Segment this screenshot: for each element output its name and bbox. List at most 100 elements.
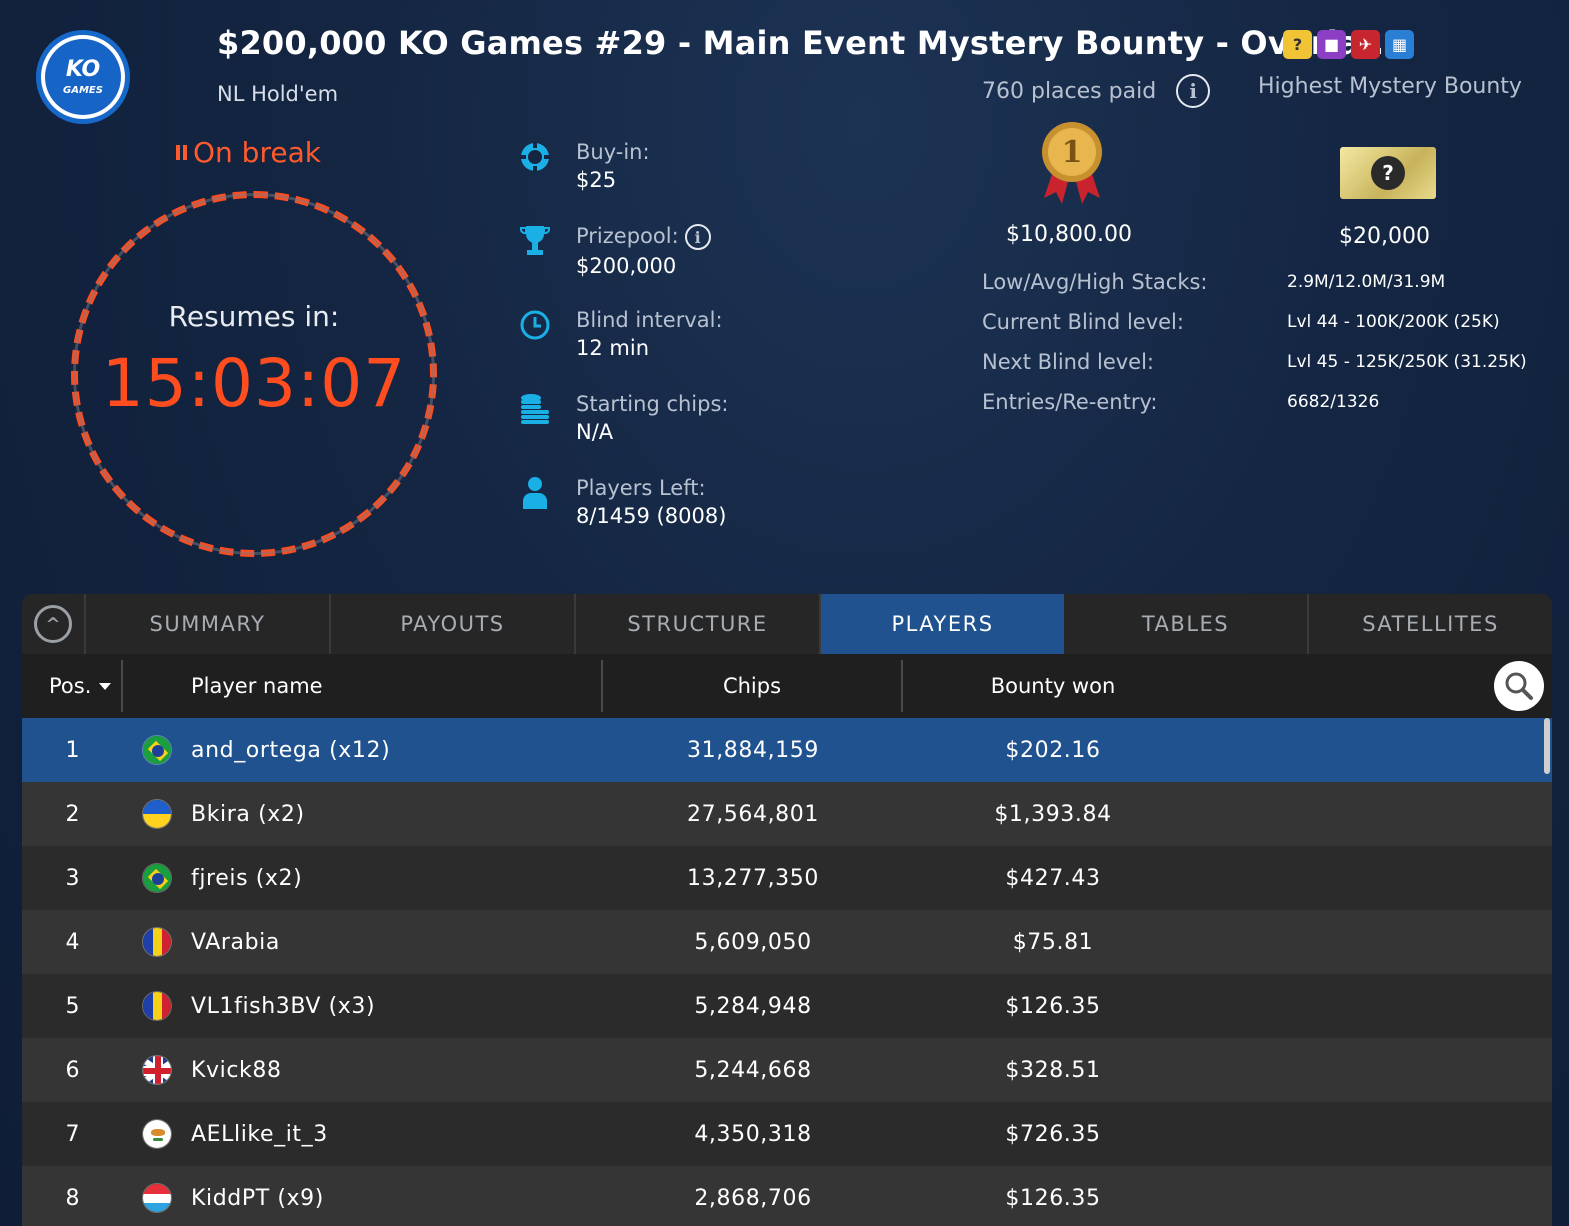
row-position: 7 <box>65 1121 80 1147</box>
table-row[interactable]: 1 and_ortega (x12) 31,884,159 $202.16 <box>22 718 1552 782</box>
game-type: NL Hold'em <box>217 82 339 106</box>
flag-cell <box>123 1055 191 1085</box>
prizepool-info-icon[interactable]: i <box>684 224 711 250</box>
table-row[interactable]: 3 fjreis (x2) 13,277,350 $427.43 <box>22 846 1552 910</box>
name-column-header[interactable]: Player name <box>123 660 603 712</box>
table-row[interactable]: 7 AELlike_it_3 4,350,318 $726.35 <box>22 1102 1552 1166</box>
scrollbar[interactable] <box>1544 718 1550 774</box>
tab-structure[interactable]: STRUCTURE <box>576 594 821 654</box>
cyprus-flag-icon <box>142 1119 172 1149</box>
player-chips: 5,244,668 <box>694 1057 812 1083</box>
places-paid: 760 places paid i <box>982 74 1211 108</box>
chip-stack-icon <box>518 392 552 426</box>
mystery-bounty-card-icon: ? <box>1340 147 1436 199</box>
flag-cell <box>123 799 191 829</box>
tab-players[interactable]: PLAYERS <box>821 594 1064 654</box>
player-bounty: $427.43 <box>1005 865 1101 891</box>
luxembourg-flag-icon <box>142 1183 172 1213</box>
player-chips: 27,564,801 <box>687 801 819 827</box>
blind-interval-label: Blind interval: <box>576 308 723 332</box>
players-left-label: Players Left: <box>576 476 706 500</box>
trophy-icon <box>518 224 552 258</box>
row-position: 1 <box>65 737 80 763</box>
player-name: VL1fish3BV (x3) <box>191 993 376 1019</box>
next-blind-label: Next Blind level: <box>982 350 1154 374</box>
player-name: Bkira (x2) <box>191 801 305 827</box>
flag-cell <box>123 735 191 765</box>
player-bounty: $726.35 <box>1005 1121 1101 1147</box>
table-row[interactable]: 8 KiddPT (x9) 2,868,706 $126.35 <box>22 1166 1552 1226</box>
places-info-icon[interactable]: i <box>1176 74 1211 108</box>
tab-satellites[interactable]: SATELLITES <box>1309 594 1552 654</box>
romania-flag-icon <box>142 927 172 957</box>
stacks-label: Low/Avg/High Stacks: <box>982 270 1208 294</box>
chips-column-header[interactable]: Chips <box>603 660 903 712</box>
row-position: 4 <box>65 929 80 955</box>
table-row[interactable]: 4 VArabia 5,609,050 $75.81 <box>22 910 1552 974</box>
player-name: AELlike_it_3 <box>191 1121 328 1147</box>
player-bounty: $126.35 <box>1005 993 1101 1019</box>
table-row[interactable]: 2 Bkira (x2) 27,564,801 $1,393.84 <box>22 782 1552 846</box>
tab-tables[interactable]: TABLES <box>1064 594 1309 654</box>
entries-label: Entries/Re-entry: <box>982 390 1158 414</box>
break-status: On break <box>176 136 321 169</box>
player-name: VArabia <box>191 929 280 955</box>
first-prize-amount: $10,800.00 <box>1006 222 1132 247</box>
tab-payouts[interactable]: PAYOUTS <box>331 594 576 654</box>
video-icon[interactable]: ■ <box>1317 30 1346 59</box>
flight-icon[interactable]: ✈ <box>1351 30 1380 59</box>
tournament-title: $200,000 KO Games #29 - Main Event Myste… <box>217 24 1397 62</box>
logo-text: KO <box>65 56 101 82</box>
buyin-value: $25 <box>576 168 617 192</box>
player-bounty: $1,393.84 <box>994 801 1112 827</box>
player-chips: 31,884,159 <box>687 737 819 763</box>
table-row[interactable]: 6 Kvick88 5,244,668 $328.51 <box>22 1038 1552 1102</box>
player-chips: 4,350,318 <box>694 1121 812 1147</box>
bounty-column-header[interactable]: Bounty won <box>903 660 1203 712</box>
row-position: 8 <box>65 1185 80 1211</box>
resumes-label: Resumes in: <box>168 300 340 333</box>
player-bounty: $328.51 <box>1005 1057 1101 1083</box>
table-row[interactable]: 5 VL1fish3BV (x3) 5,284,948 $126.35 <box>22 974 1552 1038</box>
starting-chips-value: N/A <box>576 420 614 444</box>
stacks-value: 2.9M/12.0M/31.9M <box>1287 272 1446 292</box>
collapse-button[interactable]: ^ <box>22 594 86 654</box>
players-left-value: 8/1459 (8008) <box>576 504 727 528</box>
tab-bar: ^ SUMMARY PAYOUTS STRUCTURE PLAYERS TABL… <box>22 594 1552 654</box>
player-icon <box>518 476 552 510</box>
break-label: On break <box>193 136 321 169</box>
entries-value: 6682/1326 <box>1287 392 1380 412</box>
logo-subtext: GAMES <box>63 84 103 96</box>
flag-cell <box>123 927 191 957</box>
calendar-icon[interactable]: ▦ <box>1385 30 1414 59</box>
uk-flag-icon <box>142 1055 172 1085</box>
blind-interval-info: Blind interval: 12 min <box>518 308 723 360</box>
prizepool-info: Prizepool: i $200,000 <box>518 224 711 278</box>
mystery-bounty-icon[interactable]: ? <box>1283 30 1312 59</box>
ko-games-logo: KO GAMES <box>36 30 130 124</box>
tab-summary[interactable]: SUMMARY <box>86 594 331 654</box>
clock-icon <box>518 308 552 342</box>
player-name: KiddPT (x9) <box>191 1185 324 1211</box>
chevron-up-icon: ^ <box>34 605 72 643</box>
starting-chips-label: Starting chips: <box>576 392 729 416</box>
pos-column-header[interactable]: Pos. <box>22 660 123 712</box>
current-blind-label: Current Blind level: <box>982 310 1184 334</box>
search-button[interactable] <box>1494 661 1544 711</box>
player-name: Kvick88 <box>191 1057 282 1083</box>
row-position: 2 <box>65 801 80 827</box>
row-position: 5 <box>65 993 80 1019</box>
lobby-panel: ^ SUMMARY PAYOUTS STRUCTURE PLAYERS TABL… <box>22 594 1552 1226</box>
highest-bounty-amount: $20,000 <box>1339 224 1430 249</box>
starting-chips-info: Starting chips: N/A <box>518 392 729 444</box>
blind-interval-value: 12 min <box>576 336 649 360</box>
flag-cell <box>123 863 191 893</box>
table-header: Pos. Player name Chips Bounty won <box>22 654 1552 718</box>
players-left-info: Players Left: 8/1459 (8008) <box>518 476 726 528</box>
buyin-label: Buy-in: <box>576 140 650 164</box>
sort-caret-icon <box>99 682 112 690</box>
gold-medal-icon: 1 <box>1040 120 1104 206</box>
flag-cell <box>123 1119 191 1149</box>
tournament-badges: ? ■ ✈ ▦ <box>1283 30 1414 59</box>
brazil-flag-icon <box>142 863 172 893</box>
